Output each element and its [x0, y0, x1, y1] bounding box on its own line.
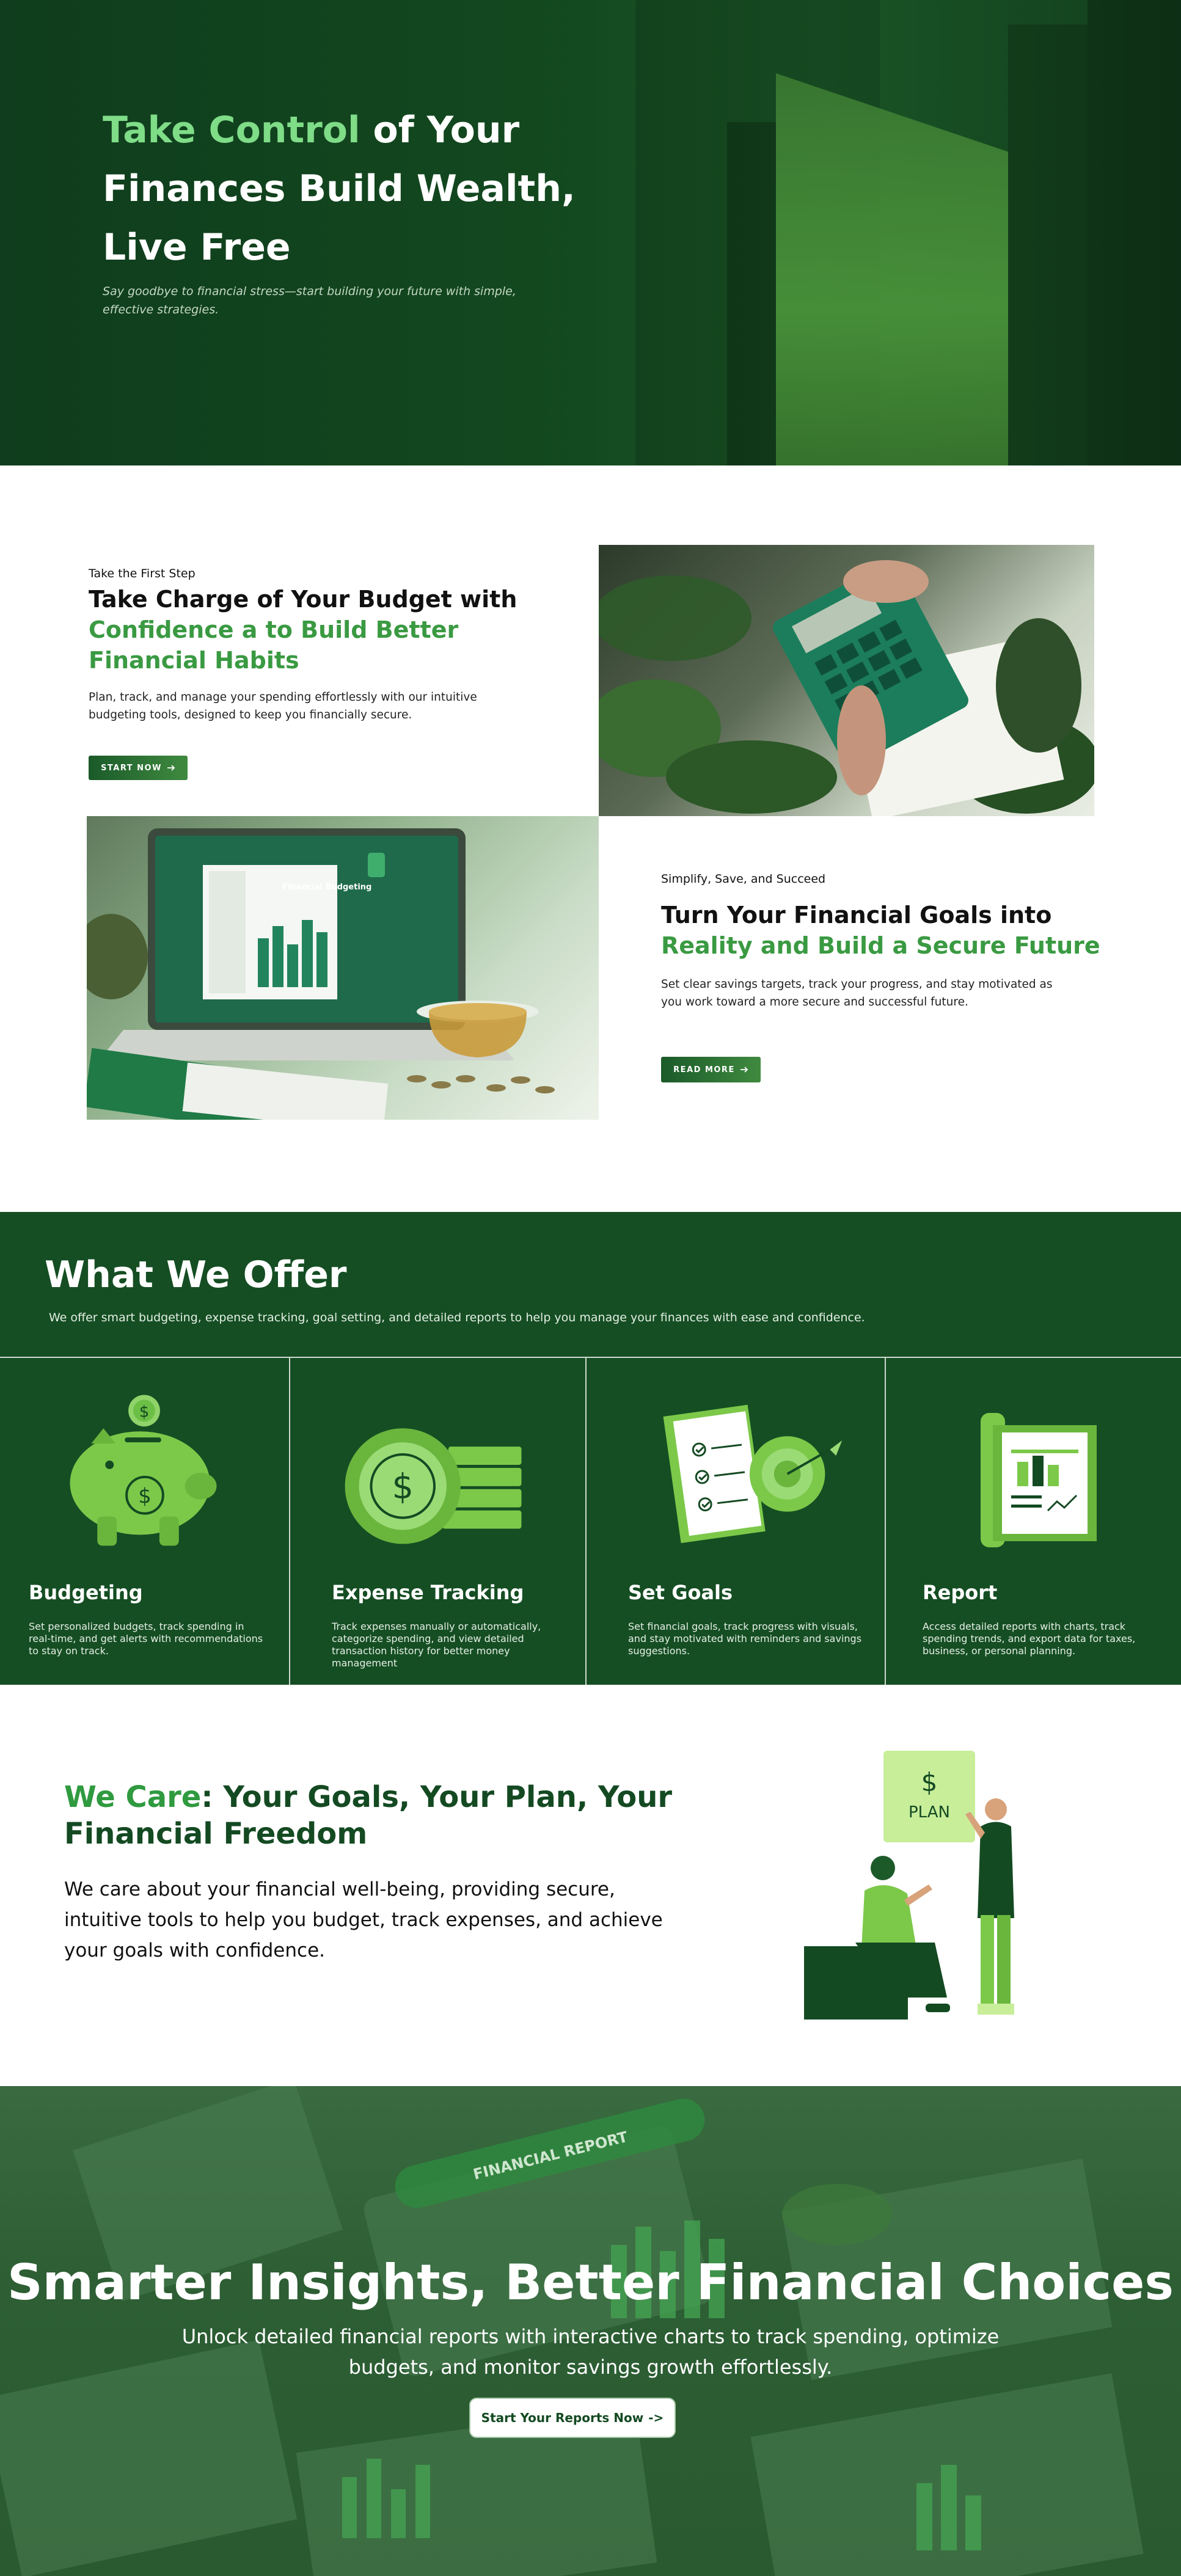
offer-card-title: Report [923, 1581, 998, 1604]
care-heading: We Care: Your Goals, Your Plan, Your Fin… [64, 1779, 706, 1852]
budget-heading-green: Confidence a to Build Better Financial H… [89, 616, 459, 674]
svg-text:$: $ [139, 1403, 149, 1421]
hero-title: Take Control of Your Finances Build Weal… [103, 101, 604, 277]
hero-decor-panel [1008, 24, 1088, 465]
offer-card-expense-tracking[interactable]: $ Expense Tracking Track expenses manual… [290, 1358, 587, 1685]
insights-heading: Smarter Insights, Better Financial Choic… [7, 2254, 1174, 2311]
goals-heading-plain: Turn Your Financial Goals into [661, 902, 1052, 929]
svg-text:$: $ [138, 1484, 152, 1508]
start-now-label: START NOW [101, 763, 162, 773]
goals-heading-green: Reality and Build a Secure Future [661, 932, 1100, 959]
offer-card-description: Track expenses manually or automatically… [332, 1621, 541, 1669]
offer-card-set-goals[interactable]: Set Goals Set financial goals, track pro… [587, 1358, 886, 1685]
offer-card-title: Budgeting [29, 1581, 143, 1604]
read-more-button[interactable]: READ MORE [661, 1057, 761, 1082]
people-planning-illustration: $ PLAN [804, 1751, 1014, 2020]
start-reports-button[interactable]: Start Your Reports Now -> [469, 2398, 676, 2438]
offer-card-description: Set personalized budgets, track spending… [29, 1621, 263, 1657]
budget-kicker: Take the First Step [89, 567, 196, 580]
offer-card-title: Expense Tracking [332, 1581, 524, 1604]
hero-subtitle: Say goodbye to financial stress—start bu… [103, 285, 516, 316]
hero-title-highlight: Take Control [103, 109, 360, 151]
laptop-photo: Financial Budgeting [87, 816, 599, 1120]
start-now-button[interactable]: START NOW [89, 756, 188, 780]
offer-heading: What We Offer [45, 1253, 347, 1296]
read-more-label: READ MORE [673, 1065, 735, 1075]
target-checklist-icon [663, 1404, 843, 1544]
hero-decor-panel [1088, 0, 1181, 465]
report-icon [981, 1413, 1097, 1547]
care-heading-green: We Care [64, 1780, 202, 1814]
goals-body: Set clear savings targets, track your pr… [661, 978, 1053, 1009]
piggy-bank-icon: $ $ [70, 1395, 217, 1546]
plan-dollar-symbol: $ [921, 1767, 938, 1797]
budget-heading: Take Charge of Your Budget with Confiden… [89, 584, 553, 676]
budget-body: Plan, track, and manage your spending ef… [89, 691, 477, 721]
laptop-illustration: Financial Budgeting [87, 828, 555, 1120]
svg-text:$: $ [392, 1467, 413, 1507]
offer-card-description: Set financial goals, track progress with… [628, 1621, 862, 1657]
budget-heading-plain: Take Charge of Your Budget with [89, 586, 517, 613]
hero-decor-panel [727, 122, 776, 465]
offer-card-report[interactable]: Report Access detailed reports with char… [886, 1358, 1181, 1685]
coins-icon: $ [345, 1428, 522, 1544]
calculator-illustration [599, 560, 1094, 816]
offer-card-budgeting[interactable]: $ $ Budgeting Set personalized budgets, … [0, 1358, 290, 1685]
arrow-right-icon: -> [648, 2410, 664, 2425]
start-reports-label: Start Your Reports Now [481, 2410, 644, 2425]
goals-kicker: Simplify, Save, and Succeed [661, 872, 826, 886]
calculator-photo [599, 545, 1094, 816]
plan-sign-text: PLAN [909, 1803, 950, 1822]
offer-card-description: Access detailed reports with charts, tra… [923, 1621, 1136, 1657]
laptop-screen-title: Financial Budgeting [282, 883, 371, 892]
goals-heading: Turn Your Financial Goals into Reality a… [661, 900, 1125, 961]
care-body: We care about your financial well-being,… [64, 1878, 663, 1961]
insights-body: Unlock detailed financial reports with i… [181, 2325, 1000, 2379]
arrow-right-icon [740, 1067, 748, 1073]
hero-decor-panel [776, 73, 1008, 465]
offer-intro: We offer smart budgeting, expense tracki… [49, 1311, 865, 1324]
offer-card-title: Set Goals [628, 1581, 733, 1604]
arrow-right-icon [167, 765, 175, 771]
